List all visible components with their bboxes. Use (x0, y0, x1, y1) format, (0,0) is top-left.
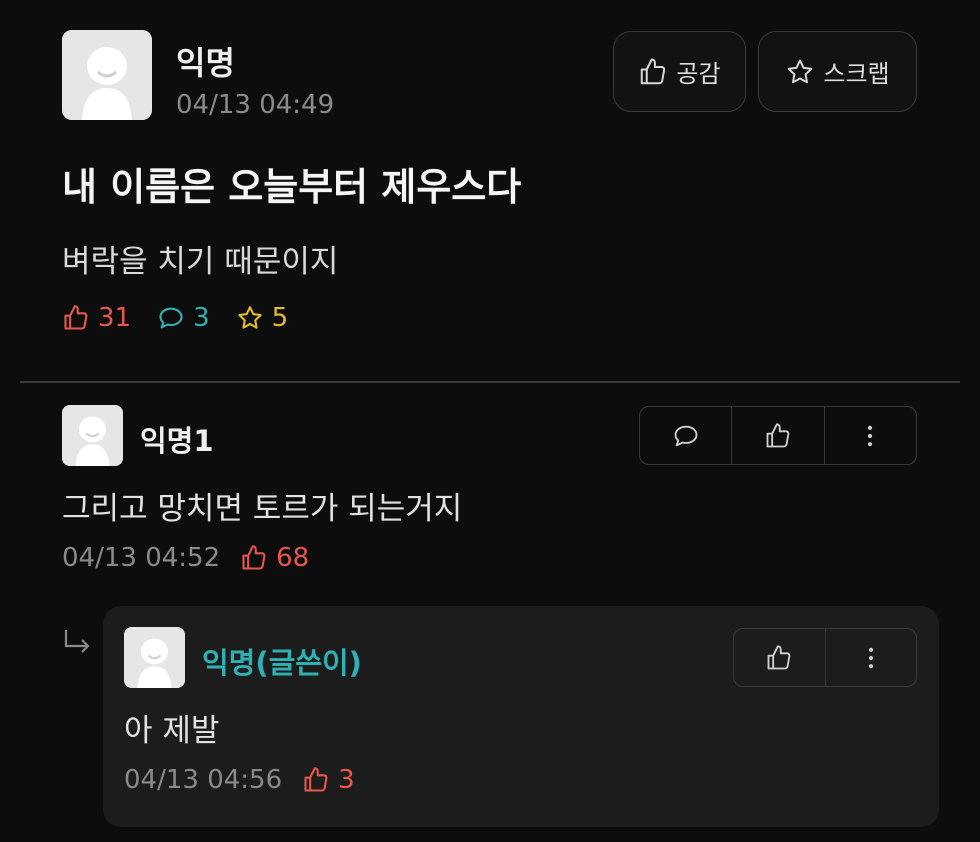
post-body: 벼락을 치기 때문이지 (62, 244, 339, 280)
scrap-button[interactable]: 스크랩 (758, 31, 917, 112)
reply-meta: 04/13 04:56 3 (124, 765, 355, 795)
comment-like-count: 68 (276, 543, 310, 573)
comment-bubble-icon (674, 425, 698, 446)
section-divider (20, 381, 960, 383)
comment-text: 그리고 망치면 토르가 되는거지 (62, 491, 463, 527)
thumbs-up-icon (242, 545, 266, 570)
like-button-label: 공감 (676, 60, 721, 88)
comment-author-avatar (62, 405, 123, 466)
thumbs-up-icon (64, 305, 88, 330)
comment-actions (639, 406, 917, 465)
thumbs-up-icon (641, 58, 666, 84)
post-like-count: 31 (98, 303, 132, 333)
thumbs-up-icon (767, 644, 791, 669)
comment-more-button[interactable] (823, 407, 916, 464)
post-author-name: 익명 (176, 44, 235, 82)
post-title: 내 이름은 오늘부터 제우스다 (62, 165, 522, 209)
scrap-button-label: 스크랩 (823, 60, 890, 88)
post-stats: 31 3 5 (62, 303, 288, 333)
post-comment-count: 3 (193, 303, 210, 333)
comment-author-name: 익명1 (140, 424, 214, 458)
reply-author-name: 익명(글쓴이) (202, 646, 362, 680)
comment-like-button[interactable] (731, 407, 823, 464)
post-author-avatar (62, 30, 152, 120)
thumbs-up-icon (304, 767, 328, 792)
reply-arrow-icon (64, 630, 90, 653)
reply-like-count: 3 (338, 765, 355, 795)
like-button[interactable]: 공감 (613, 31, 746, 112)
thumbs-up-icon (766, 422, 790, 447)
comment-timestamp: 04/13 04:52 (62, 543, 221, 573)
comment-bubble-icon (159, 307, 183, 329)
post-scrap-count: 5 (271, 303, 289, 333)
reply-like-button[interactable] (734, 629, 825, 686)
post-timestamp: 04/13 04:49 (176, 90, 335, 120)
comment-meta: 04/13 04:52 68 (62, 543, 309, 573)
reply-more-button[interactable] (824, 629, 917, 686)
reply-text: 아 제발 (124, 713, 220, 749)
avatar-icon (62, 405, 123, 466)
avatar-icon (124, 627, 185, 688)
more-vertical-icon (868, 647, 873, 668)
star-icon (788, 59, 813, 83)
reply-actions (733, 628, 917, 687)
more-vertical-icon (868, 425, 873, 446)
reply-author-avatar (124, 627, 185, 688)
star-icon (237, 306, 262, 329)
reply-timestamp: 04/13 04:56 (124, 765, 283, 795)
avatar-icon (62, 30, 152, 120)
comment-reply-button[interactable] (640, 407, 731, 464)
